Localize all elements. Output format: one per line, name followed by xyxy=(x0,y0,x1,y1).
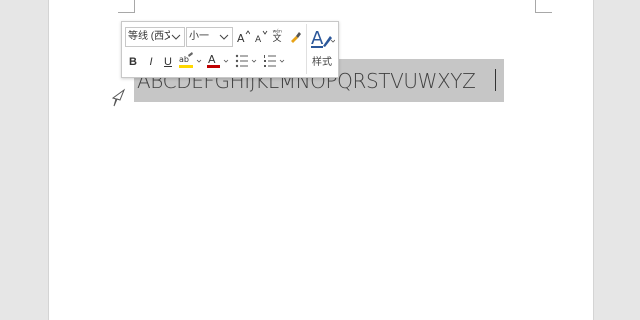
svg-text:A: A xyxy=(237,32,245,45)
svg-text:ab: ab xyxy=(179,55,189,64)
svg-text:文: 文 xyxy=(273,32,282,43)
styles-label[interactable]: 样式 xyxy=(308,53,336,68)
svg-text:A: A xyxy=(255,35,262,45)
font-size-value: 小一 xyxy=(189,31,209,42)
font-name-value: 等线 (西文 xyxy=(128,31,170,42)
styles-icon[interactable]: A xyxy=(309,26,335,50)
phonetic-guide-icon[interactable]: wén 文 xyxy=(270,27,286,43)
svg-text:wén: wén xyxy=(273,27,282,34)
numbering-icon[interactable] xyxy=(262,51,288,71)
font-size-combo[interactable]: 小一 xyxy=(186,27,233,47)
shrink-font-icon[interactable]: A xyxy=(254,29,268,45)
text-caret xyxy=(495,69,496,91)
font-color-icon[interactable]: A xyxy=(206,51,230,71)
underline-button[interactable]: U xyxy=(162,54,174,70)
chevron-down-icon[interactable] xyxy=(170,28,182,46)
crop-mark-top-right xyxy=(535,0,552,13)
svg-text:A: A xyxy=(311,28,324,49)
mini-format-toolbar: 等线 (西文 小一 A A wén 文 B I U ab A A 样式 xyxy=(121,21,339,78)
highlight-icon[interactable]: ab xyxy=(178,51,202,71)
chevron-down-icon[interactable] xyxy=(218,28,230,46)
mouse-cursor-icon xyxy=(112,88,126,107)
italic-button[interactable]: I xyxy=(145,54,157,70)
bullets-icon[interactable] xyxy=(234,51,260,71)
font-name-combo[interactable]: 等线 (西文 xyxy=(125,27,185,47)
format-painter-icon[interactable] xyxy=(288,29,302,45)
toolbar-separator xyxy=(306,24,307,74)
crop-mark-top-left xyxy=(118,0,135,13)
svg-text:A: A xyxy=(208,53,216,66)
grow-font-icon[interactable]: A xyxy=(236,29,250,45)
bold-button[interactable]: B xyxy=(127,54,139,70)
